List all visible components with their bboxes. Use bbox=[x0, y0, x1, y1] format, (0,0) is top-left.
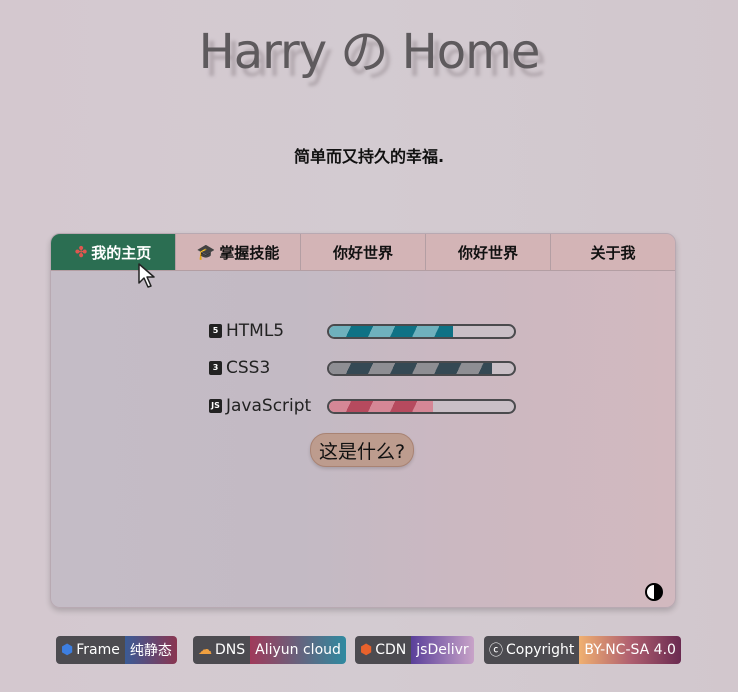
skill-bar-fill bbox=[329, 325, 453, 337]
tab-label: 你好世界 bbox=[332, 243, 393, 262]
skill-bar bbox=[327, 323, 516, 339]
badge-frame[interactable]: ⬢ Frame 纯静态 bbox=[56, 636, 177, 664]
badge-right-label: jsDelivr bbox=[416, 642, 469, 658]
tab-label: 我的主页 bbox=[91, 243, 152, 262]
badge-left-label: Copyright bbox=[506, 642, 575, 658]
hexagon-icon: ⬢ bbox=[61, 642, 74, 658]
tab-about[interactable]: 关于我 bbox=[551, 234, 675, 270]
skill-bar bbox=[327, 360, 516, 376]
tab-hello-world-1[interactable]: 你好世界 bbox=[301, 234, 426, 270]
tab-label: 掌握技能 bbox=[219, 243, 280, 262]
graduation-cap-icon: 🎓 bbox=[196, 243, 216, 261]
skill-bar bbox=[327, 398, 516, 414]
what-is-this-button[interactable]: 这是什么? bbox=[310, 433, 414, 467]
badge-left-label: Frame bbox=[76, 642, 120, 658]
badge-dns[interactable]: ☁ DNS Aliyun cloud bbox=[193, 636, 346, 664]
skill-row-javascript: JS JavaScript bbox=[209, 394, 516, 418]
footer-badges: ⬢ Frame 纯静态 ☁ DNS Aliyun cloud ⬢ CDN jsDeli… bbox=[0, 636, 738, 664]
badge-right-label: 纯静态 bbox=[129, 643, 172, 659]
badge-right-label: Aliyun cloud bbox=[255, 642, 341, 658]
tab-label: 关于我 bbox=[590, 243, 636, 262]
cloud-icon: ☁ bbox=[198, 642, 212, 658]
skill-label: CSS3 bbox=[226, 358, 271, 378]
badge-left-label: CDN bbox=[375, 642, 407, 658]
javascript-icon: JS bbox=[209, 399, 222, 413]
skill-row-html5: 5 HTML5 bbox=[209, 319, 516, 343]
badge-right-label: BY-NC-SA 4.0 bbox=[584, 642, 676, 658]
tab-label: 你好世界 bbox=[457, 243, 518, 262]
site-subtitle: 简单而又持久的幸福. bbox=[293, 147, 445, 166]
skill-row-css3: 3 CSS3 bbox=[209, 356, 516, 380]
badge-copyright[interactable]: ⓒ Copyright BY-NC-SA 4.0 bbox=[484, 636, 681, 664]
skill-bar-fill bbox=[329, 400, 433, 412]
pinwheel-icon: ✤ bbox=[74, 243, 88, 261]
css3-icon: 3 bbox=[209, 361, 222, 375]
badge-left-label: DNS bbox=[215, 642, 246, 658]
mouse-cursor-icon bbox=[138, 263, 155, 288]
html5-icon: 5 bbox=[209, 324, 222, 338]
site-title: Harry の Home bbox=[198, 24, 541, 80]
theme-toggle-icon[interactable] bbox=[645, 583, 663, 601]
jsdelivr-icon: ⬢ bbox=[360, 642, 373, 658]
tab-skills[interactable]: 🎓 掌握技能 bbox=[176, 234, 301, 270]
creative-commons-icon: ⓒ bbox=[489, 643, 503, 659]
tab-hello-world-2[interactable]: 你好世界 bbox=[426, 234, 551, 270]
skill-label: HTML5 bbox=[226, 321, 285, 341]
skill-bar-fill bbox=[329, 362, 492, 374]
badge-cdn[interactable]: ⬢ CDN jsDelivr bbox=[355, 636, 474, 664]
skill-label: JavaScript bbox=[226, 396, 312, 416]
